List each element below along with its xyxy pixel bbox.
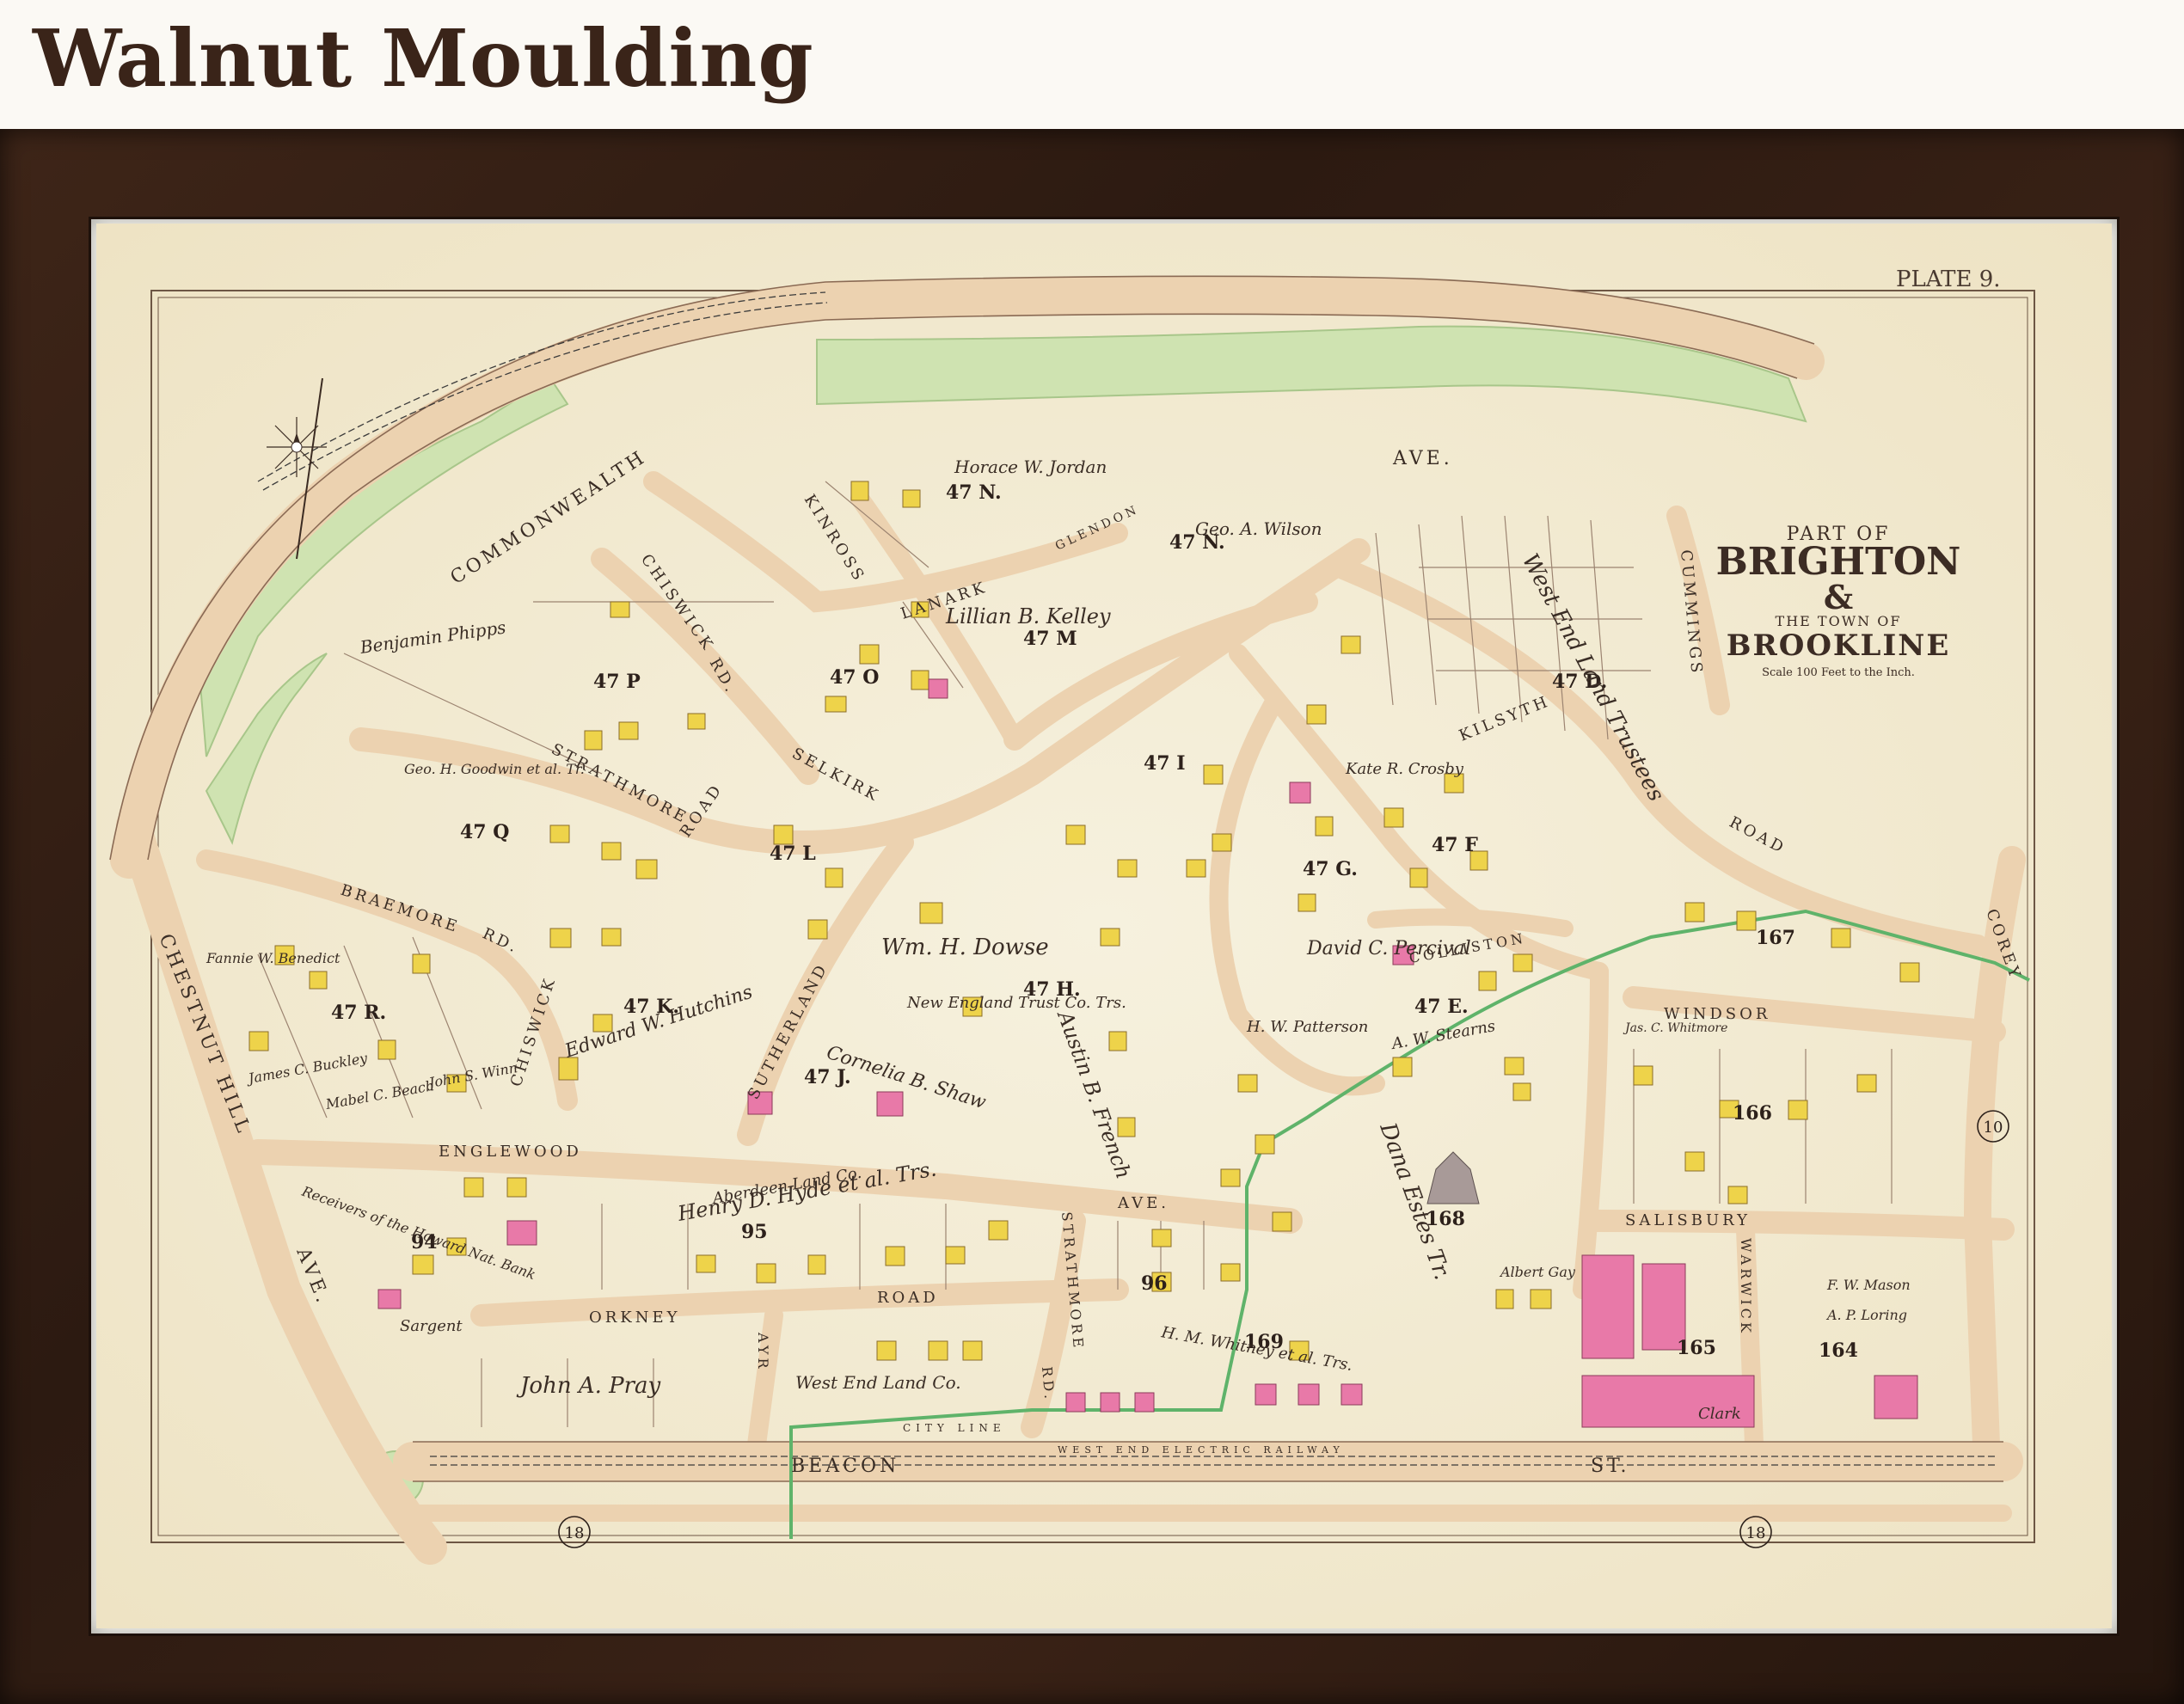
- lot-47i: 47 I: [1144, 752, 1186, 775]
- lot-47j: 47 J.: [804, 1066, 851, 1088]
- lot-47q: 47 Q: [460, 821, 509, 843]
- label-englewood: ENGLEWOOD: [439, 1143, 582, 1161]
- lot-95: 95: [741, 1221, 768, 1243]
- label-ave-commonwealth: AVE.: [1392, 448, 1453, 469]
- label-salisbury: SALISBURY: [1625, 1211, 1751, 1229]
- cartouche-brookline: BROOKLINE: [1727, 628, 1951, 663]
- lot-47f: 47 F: [1432, 834, 1478, 856]
- lot-167: 167: [1756, 927, 1795, 949]
- lot-47e: 47 E.: [1414, 996, 1469, 1018]
- owner-clark: Clark: [1698, 1405, 1741, 1423]
- lot-47p: 47 P: [593, 671, 641, 693]
- owner-nett: New England Trust Co. Trs.: [906, 994, 1126, 1012]
- lot-166: 166: [1733, 1102, 1772, 1125]
- label-strathmore-rd: RD.: [1039, 1366, 1058, 1403]
- lot-96: 96: [1141, 1272, 1168, 1295]
- owner-patterson: H. W. Patterson: [1246, 1018, 1368, 1036]
- owner-dowse: Wm. H. Dowse: [881, 935, 1049, 960]
- label-beacon: BEACON: [791, 1456, 899, 1477]
- label-ave-englewood: AVE.: [1117, 1194, 1169, 1212]
- lot-164: 164: [1819, 1339, 1858, 1362]
- plate-ref-10: 10: [1984, 1119, 2003, 1137]
- map-canvas: PLATE 9. PART OF BRIGHTON & THE TOWN OF …: [96, 224, 2112, 1628]
- cartouche-town-of: THE TOWN OF: [1776, 613, 1902, 629]
- lot-165: 165: [1677, 1337, 1716, 1359]
- owner-sargent: Sargent: [400, 1317, 463, 1335]
- label-warwick: WARWICK: [1738, 1238, 1754, 1336]
- label-orkney: ORKNEY: [589, 1309, 681, 1327]
- owner-crosby: Kate R. Crosby: [1345, 760, 1464, 778]
- lot-47n: 47 N.: [946, 481, 1002, 504]
- owner-wilson: Geo. A. Wilson: [1195, 518, 1322, 539]
- lot-47g: 47 G.: [1303, 858, 1358, 880]
- cartouche-scale: Scale 100 Feet to the Inch.: [1762, 666, 1915, 679]
- owner-benedict: Fannie W. Benedict: [206, 950, 340, 966]
- plate-ref-18-left: 18: [565, 1524, 585, 1542]
- lot-47o: 47 O: [830, 666, 879, 689]
- owner-loring: A. P. Loring: [1825, 1307, 1907, 1323]
- lot-47r: 47 R.: [331, 1002, 386, 1024]
- lot-47m: 47 M: [1023, 628, 1077, 650]
- owner-whitmore: Jas. C. Whitmore: [1623, 1021, 1727, 1035]
- owner-westend: West End Land Co.: [795, 1372, 961, 1393]
- plate-label: PLATE 9.: [1896, 267, 2001, 292]
- owner-percival: David C. Percival: [1306, 938, 1471, 959]
- owner-gay: Albert Gay: [1499, 1264, 1576, 1280]
- plate-ref-18-right: 18: [1746, 1524, 1766, 1542]
- label-beacon-st: ST.: [1591, 1456, 1630, 1477]
- label-city-line: CITY LINE: [903, 1422, 1006, 1434]
- label-windsor: WINDSOR: [1664, 1005, 1770, 1023]
- owner-pray: John A. Pray: [516, 1373, 661, 1399]
- owner-goodwin: Geo. H. Goodwin et al. Tr.: [404, 761, 585, 777]
- label-orkney-road: ROAD: [877, 1289, 939, 1307]
- owner-mason: F. W. Mason: [1826, 1277, 1911, 1293]
- cartouche-ampersand: &: [1824, 578, 1853, 616]
- owner-jordan: Horace W. Jordan: [954, 457, 1107, 477]
- owner-kelley: Lillian B. Kelley: [945, 604, 1111, 628]
- label-railway: WEST END ELECTRIC RAILWAY: [1058, 1444, 1345, 1456]
- lot-47l: 47 L: [770, 843, 816, 865]
- label-ayr: AYR: [755, 1332, 771, 1372]
